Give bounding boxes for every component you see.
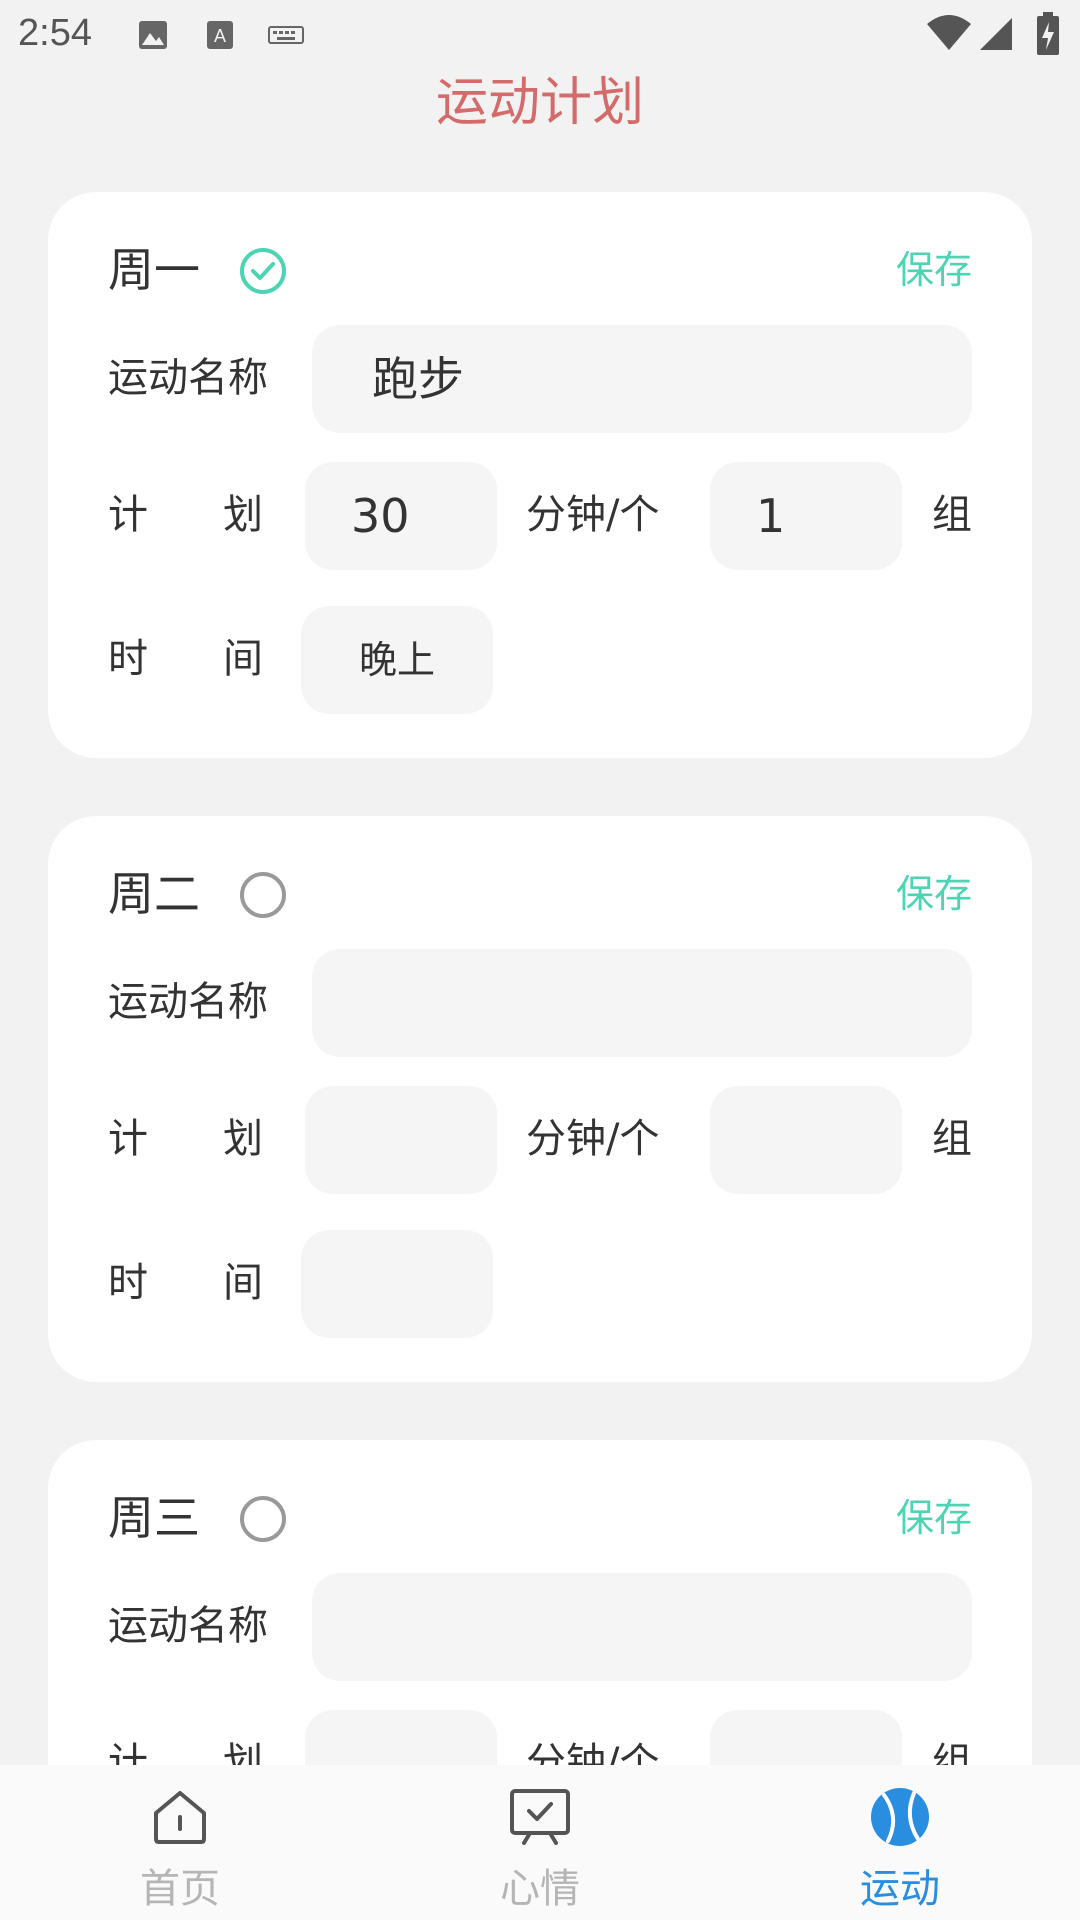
day-card-tuesday: 周二 保存 运动名称 计 划 分钟/个 组 时 间	[48, 816, 1032, 1382]
nav-label: 心情	[500, 1866, 580, 1912]
card-header: 周二 保存	[108, 864, 972, 924]
plan-label-1: 计	[108, 492, 148, 538]
plan-label-2: 划	[223, 492, 263, 538]
nav-label: 运动	[860, 1866, 940, 1912]
plan-label-2: 划	[223, 1116, 263, 1162]
exercise-name-label: 运动名称	[108, 355, 268, 401]
plan-label-1: 计	[108, 1740, 148, 1765]
minutes-input[interactable]	[305, 1086, 497, 1194]
exercise-name-input[interactable]	[312, 1573, 972, 1681]
unchecked-circle-icon[interactable]	[238, 870, 288, 920]
nav-item-exercise[interactable]: 运动	[720, 1765, 1080, 1920]
keyboard-icon	[268, 26, 304, 44]
sets-input[interactable]	[710, 1086, 902, 1194]
time-label-2: 间	[223, 1260, 263, 1306]
exercise-name-input[interactable]	[312, 949, 972, 1057]
battery-charging-icon	[1037, 12, 1059, 55]
minutes-input[interactable]: 30	[305, 462, 497, 570]
sets-input[interactable]: 1	[710, 462, 902, 570]
nav-item-mood[interactable]: 心情	[360, 1765, 720, 1920]
cell-signal-icon	[980, 18, 1012, 50]
exercise-name-label: 运动名称	[108, 1603, 268, 1649]
day-label: 周二	[108, 867, 200, 921]
sets-unit: 组	[932, 1116, 972, 1162]
minutes-unit: 分钟/个	[526, 492, 660, 538]
time-select[interactable]: 晚上	[301, 606, 493, 714]
save-button[interactable]: 保存	[896, 872, 972, 916]
day-label: 周一	[108, 243, 200, 297]
sets-unit: 组	[932, 492, 972, 538]
home-icon	[154, 1791, 206, 1844]
day-label: 周三	[108, 1491, 200, 1545]
nav-label: 首页	[140, 1866, 220, 1912]
card-header: 周一 保存	[108, 240, 972, 300]
minutes-unit: 分钟/个	[526, 1740, 660, 1765]
status-time: 2:54	[18, 12, 92, 54]
svg-text:A: A	[214, 26, 226, 46]
bottom-nav: 首页 心情 运动	[0, 1765, 1080, 1920]
text-a-icon: A	[207, 21, 233, 49]
tennis-ball-icon	[871, 1788, 929, 1846]
card-header: 周三 保存	[108, 1488, 972, 1548]
time-label-2: 间	[223, 636, 263, 682]
exercise-name-input[interactable]: 跑步	[312, 325, 972, 433]
mood-board-icon	[510, 1789, 570, 1845]
time-select[interactable]	[301, 1230, 493, 1338]
save-button[interactable]: 保存	[896, 1496, 972, 1540]
save-button[interactable]: 保存	[896, 248, 972, 292]
wifi-icon	[927, 15, 971, 50]
sets-unit: 组	[932, 1740, 972, 1765]
plan-label-2: 划	[223, 1740, 263, 1765]
time-label-1: 时	[108, 1260, 148, 1306]
screen: 2:54 A 运动计划 周一 保存 运动名称 跑步 计 划 30 分钟/个 1 …	[0, 0, 1080, 1920]
minutes-unit: 分钟/个	[526, 1116, 660, 1162]
image-icon	[139, 21, 167, 49]
exercise-name-label: 运动名称	[108, 979, 268, 1025]
check-circle-icon[interactable]	[238, 246, 288, 296]
day-card-monday: 周一 保存 运动名称 跑步 计 划 30 分钟/个 1 组 时 间 晚上	[48, 192, 1032, 758]
plan-list[interactable]: 周一 保存 运动名称 跑步 计 划 30 分钟/个 1 组 时 间 晚上 周二	[0, 150, 1080, 1765]
sets-input[interactable]	[710, 1710, 902, 1765]
minutes-input[interactable]	[305, 1710, 497, 1765]
nav-item-home[interactable]: 首页	[0, 1765, 360, 1920]
time-label-1: 时	[108, 636, 148, 682]
page-title: 运动计划	[435, 73, 644, 133]
unchecked-circle-icon[interactable]	[238, 1494, 288, 1544]
day-card-wednesday: 周三 保存 运动名称 计 划 分钟/个 组 时 间	[48, 1440, 1032, 1765]
plan-label-1: 计	[108, 1116, 148, 1162]
